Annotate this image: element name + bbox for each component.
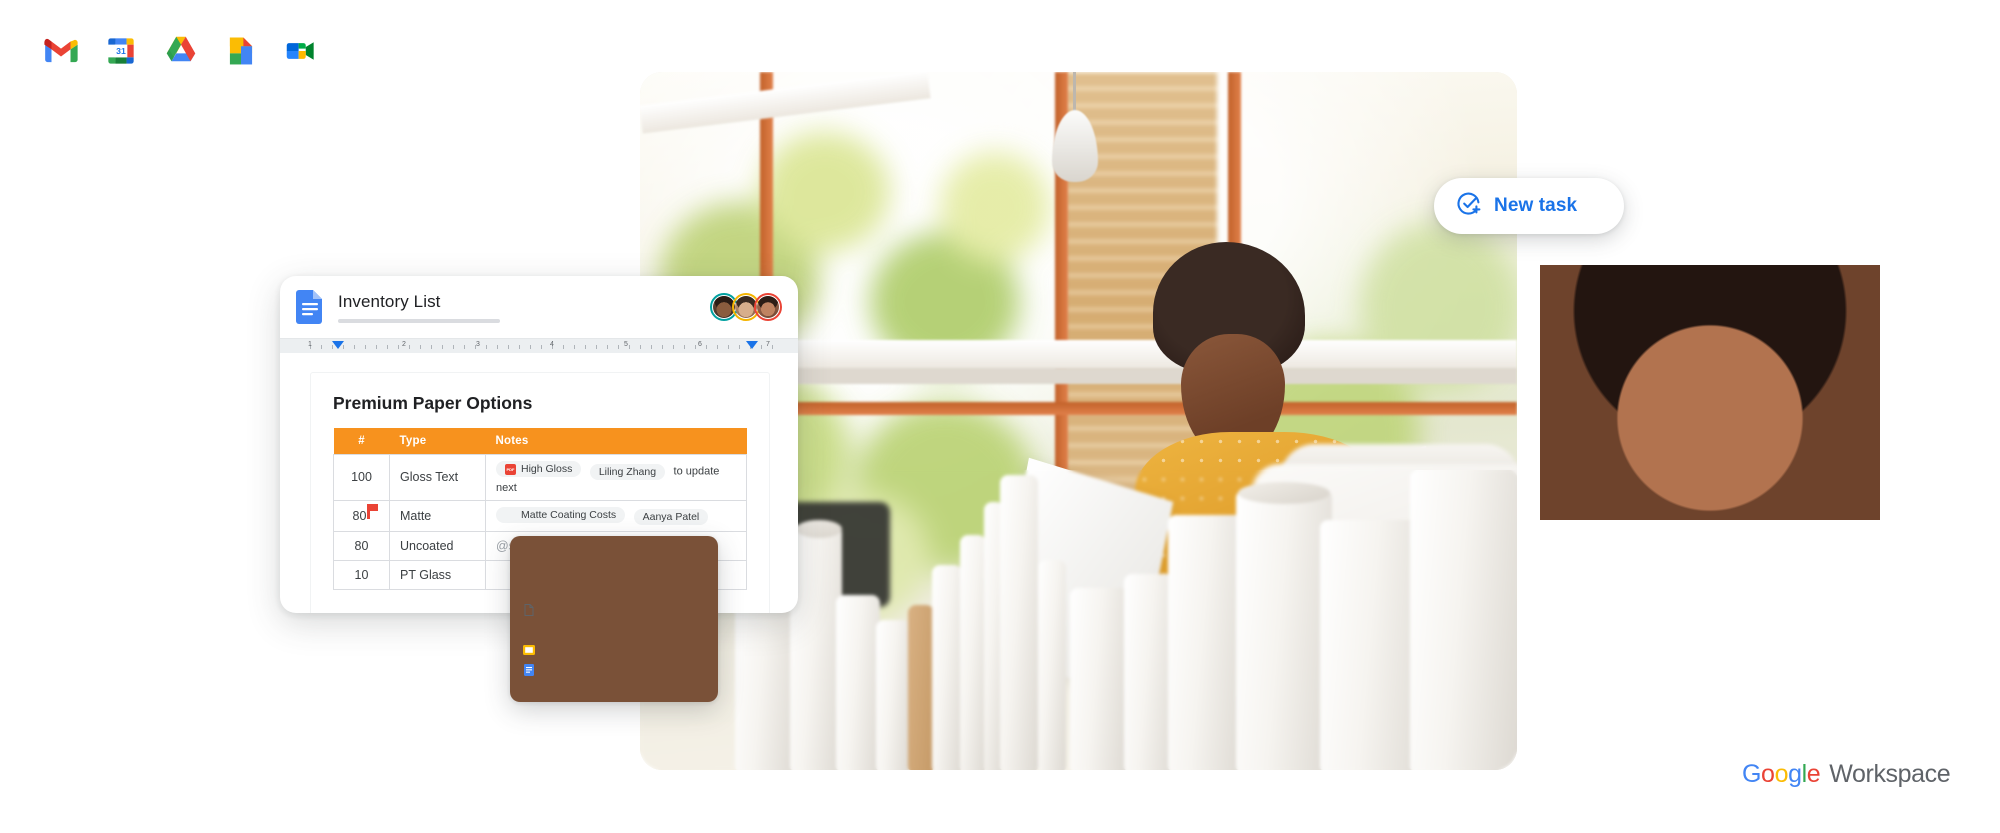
doc-menubar-placeholder bbox=[338, 318, 500, 323]
calendar-day-number: 31 bbox=[116, 46, 126, 56]
google-meet-icon[interactable] bbox=[282, 32, 320, 70]
doc-title[interactable]: Inventory List bbox=[338, 292, 716, 312]
ruler-number: 5 bbox=[624, 341, 628, 348]
task-item-prepare-po[interactable]: Prepare PO Shanice bbox=[1540, 265, 1880, 520]
pdf-file-icon bbox=[505, 463, 516, 475]
avatar[interactable] bbox=[754, 293, 782, 321]
chip-file-matte-coating-costs[interactable]: Matte Coating Costs bbox=[496, 506, 626, 523]
cell-number: 100 bbox=[333, 454, 390, 501]
cell-type: Matte bbox=[389, 499, 486, 532]
ruler-number: 4 bbox=[550, 341, 554, 348]
ruler-right-indent-marker[interactable] bbox=[746, 341, 758, 349]
column-header-notes: Notes bbox=[485, 428, 747, 455]
check-circle-plus-icon bbox=[1456, 191, 1482, 222]
new-task-button[interactable]: New task bbox=[1434, 178, 1624, 234]
cell-notes: Matte Coating Costs Aanya Patel bbox=[485, 499, 747, 532]
document-outline-icon bbox=[522, 603, 536, 617]
table-row[interactable]: 100 Gloss Text High Gloss Liling Zhang t… bbox=[333, 454, 747, 501]
cell-number: 10 bbox=[333, 560, 390, 590]
chip-label: High Gloss bbox=[521, 463, 573, 475]
dropdown-item-julian-morales[interactable]: Julian Morales bbox=[510, 536, 718, 702]
doc-heading: Premium Paper Options bbox=[333, 393, 533, 413]
ruler-number: 2 bbox=[402, 341, 406, 348]
ruler-left-indent-marker[interactable] bbox=[332, 341, 344, 349]
logo-suffix: Workspace bbox=[1829, 760, 1951, 788]
table-header-row: # Type Notes bbox=[333, 428, 747, 455]
ruler-number: 7 bbox=[766, 341, 770, 348]
task-assignee-chip[interactable]: Shanice bbox=[1540, 265, 1880, 520]
chip-label: Matte Coating Costs bbox=[521, 508, 617, 521]
app-icon-row: 31 bbox=[42, 32, 320, 70]
google-drive-icon[interactable] bbox=[162, 32, 200, 70]
docs-header: Inventory List bbox=[280, 276, 798, 338]
logo-letter: e bbox=[1806, 760, 1821, 788]
cell-number: 80 bbox=[333, 531, 390, 561]
cell-type: PT Glass bbox=[389, 560, 486, 590]
logo-letter: o bbox=[1761, 760, 1775, 788]
page-root: 31 Inventory List 1 2 3 4 5 6 7 Premium … bbox=[0, 0, 2000, 833]
cell-number: 80 bbox=[333, 499, 390, 532]
logo-letter: g bbox=[1788, 760, 1802, 788]
column-header-type: Type bbox=[389, 428, 486, 455]
cell-notes: High Gloss Liling Zhang to update next bbox=[485, 454, 747, 501]
cell-type: Gloss Text bbox=[389, 454, 486, 501]
avatar bbox=[1540, 265, 1880, 520]
chip-label: Liling Zhang bbox=[598, 465, 657, 478]
collaborator-avatars bbox=[710, 293, 782, 321]
cell-type: Uncoated bbox=[389, 531, 486, 561]
task-list: QC layouts Julian Run proofs Liling bbox=[1540, 265, 1880, 520]
chip-file-high-gloss[interactable]: High Gloss bbox=[496, 461, 582, 477]
slides-file-icon bbox=[522, 643, 536, 657]
ruler-number: 3 bbox=[476, 341, 480, 348]
logo-letter: o bbox=[1774, 760, 1789, 788]
ruler-number: 1 bbox=[308, 341, 312, 348]
docs-file-icon bbox=[296, 290, 324, 324]
collaborator-cursor-caret bbox=[367, 504, 379, 520]
new-task-label: New task bbox=[1494, 195, 1578, 216]
person-avatar bbox=[510, 536, 718, 702]
docs-ruler[interactable]: 1 2 3 4 5 6 7 bbox=[280, 338, 798, 353]
logo-letter: G bbox=[1742, 760, 1762, 788]
chip-person-aanya-patel[interactable]: Aanya Patel bbox=[633, 509, 709, 525]
at-mention-dropdown[interactable]: PEOPLE › Julian Morales BUILDING BLOCKS … bbox=[510, 536, 718, 702]
cell-number-text: 80 bbox=[352, 509, 367, 524]
docs-file-icon bbox=[522, 663, 536, 677]
google-docs-icon[interactable] bbox=[222, 32, 260, 70]
table-row[interactable]: 80 Matte Matte Coating Costs Aanya Patel bbox=[333, 499, 747, 532]
google-calendar-icon[interactable]: 31 bbox=[102, 32, 140, 70]
chip-person-liling-zhang[interactable]: Liling Zhang bbox=[589, 463, 666, 480]
ruler-number: 6 bbox=[698, 341, 702, 348]
gmail-icon[interactable] bbox=[42, 32, 80, 70]
google-workspace-logo: G o o g l e Workspace bbox=[1742, 760, 1951, 789]
column-header-number: # bbox=[333, 428, 390, 455]
chip-label: Aanya Patel bbox=[642, 511, 700, 523]
pendant-lamp-cord bbox=[1073, 72, 1076, 114]
